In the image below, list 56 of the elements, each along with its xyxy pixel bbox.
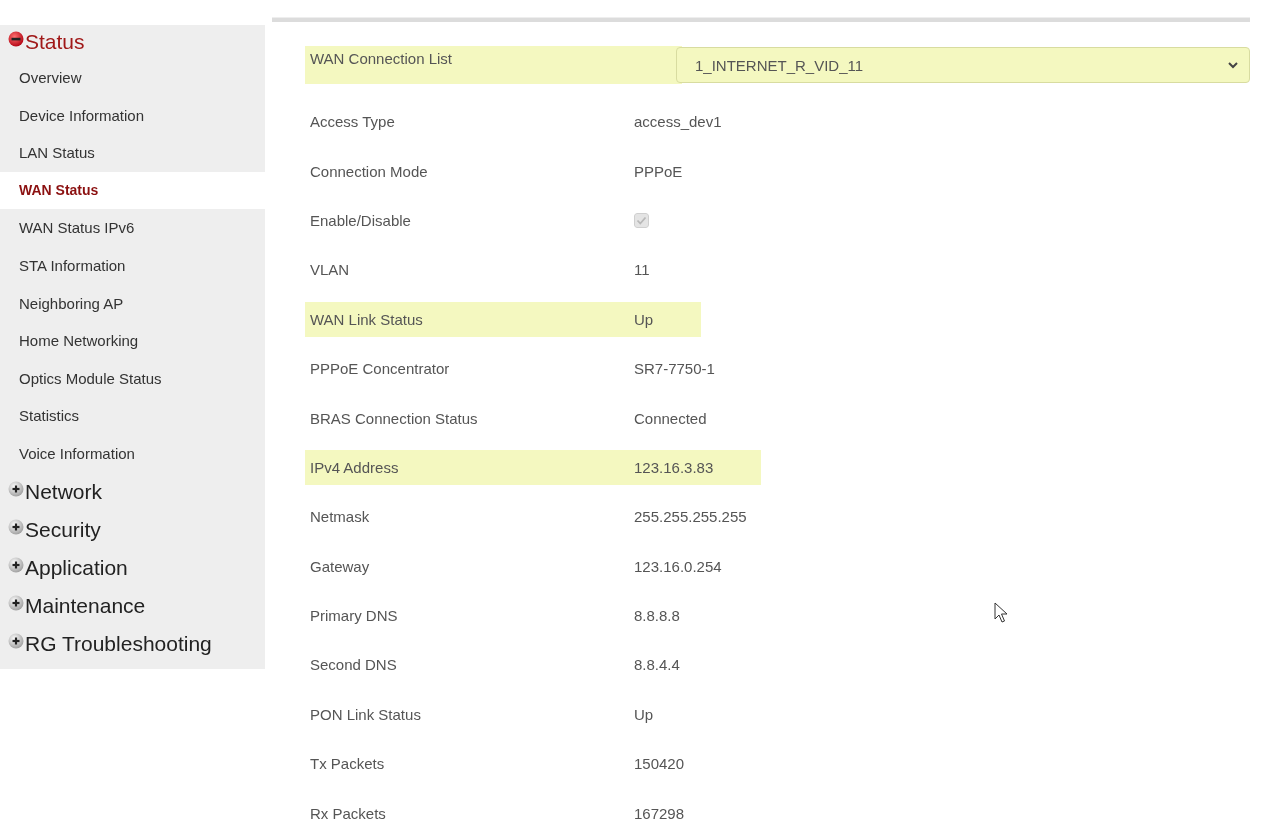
field-value: SR7-7750-1 <box>634 360 715 378</box>
expand-icon[interactable] <box>8 632 24 649</box>
menu-item[interactable]: WAN Status IPv6 <box>0 209 265 247</box>
field-label: WAN Link Status <box>310 310 424 328</box>
expand-icon[interactable] <box>8 594 24 611</box>
collapse-icon[interactable] <box>8 31 24 47</box>
expand-icon[interactable] <box>8 518 24 535</box>
expand-icon[interactable] <box>8 480 24 497</box>
field-label: BRAS Connection Status <box>310 409 479 427</box>
menu-group[interactable]: Network <box>0 472 265 511</box>
field-value: 8.8.4.4 <box>634 656 680 674</box>
expand-icon[interactable] <box>8 556 24 573</box>
field-label: Gateway <box>310 557 371 575</box>
field-label: Second DNS <box>310 656 398 674</box>
menu-item[interactable]: Statistics <box>0 397 265 435</box>
menu-item[interactable]: Home Networking <box>0 322 265 360</box>
mouse-pointer-icon <box>994 602 1008 624</box>
menu-item[interactable]: Voice Information <box>0 434 265 473</box>
field-label: Tx Packets <box>310 755 386 773</box>
field-label: Primary DNS <box>310 607 399 625</box>
field-label: IPv4 Address <box>310 458 400 476</box>
field-value: 255.255.255.255 <box>634 508 747 526</box>
menu-item[interactable]: LAN Status <box>0 134 265 172</box>
field-value: 123.16.0.254 <box>634 557 722 575</box>
field-value: 167298 <box>634 804 685 822</box>
field-label: PPPoE Concentrator <box>310 360 451 378</box>
field-label: Access Type <box>310 113 396 131</box>
field-label: Enable/Disable <box>310 211 412 229</box>
menu-item[interactable]: Optics Module Status <box>0 359 265 398</box>
field-value: 11 <box>634 261 650 279</box>
field-label: VLAN <box>310 261 351 279</box>
menu-group[interactable]: Application <box>0 548 265 587</box>
field-label: Rx Packets <box>310 804 387 822</box>
field-value: Connected <box>634 409 707 427</box>
menu-item[interactable]: STA Information <box>0 246 265 285</box>
chevron-down-icon <box>1227 61 1239 69</box>
field-label: PON Link Status <box>310 705 422 723</box>
field-value: Up <box>634 705 654 723</box>
menu-group[interactable]: RG Troubleshooting <box>0 624 265 663</box>
menu-item[interactable]: Neighboring AP <box>0 284 265 323</box>
field-label: Connection Mode <box>310 162 429 180</box>
field-value: access_dev1 <box>634 113 722 131</box>
menu-group[interactable]: Status <box>0 25 265 59</box>
menu-item[interactable]: WAN Status <box>0 171 265 210</box>
field-label: Netmask <box>310 508 371 526</box>
field-value: PPPoE <box>634 162 683 180</box>
connection-select[interactable]: 1_INTERNET_R_VID_11 <box>676 47 1250 83</box>
field-value: 150420 <box>634 755 685 773</box>
menu-group[interactable]: Security <box>0 510 265 549</box>
menu-item[interactable]: Device Information <box>0 96 265 135</box>
field-value: Up <box>634 310 654 328</box>
menu-group[interactable]: Maintenance <box>0 586 265 625</box>
field-value: 123.16.3.83 <box>634 458 714 476</box>
field-value: 8.8.8.8 <box>634 607 680 625</box>
field-label: WAN Connection List <box>310 50 453 67</box>
menu-item[interactable]: Overview <box>0 59 265 97</box>
